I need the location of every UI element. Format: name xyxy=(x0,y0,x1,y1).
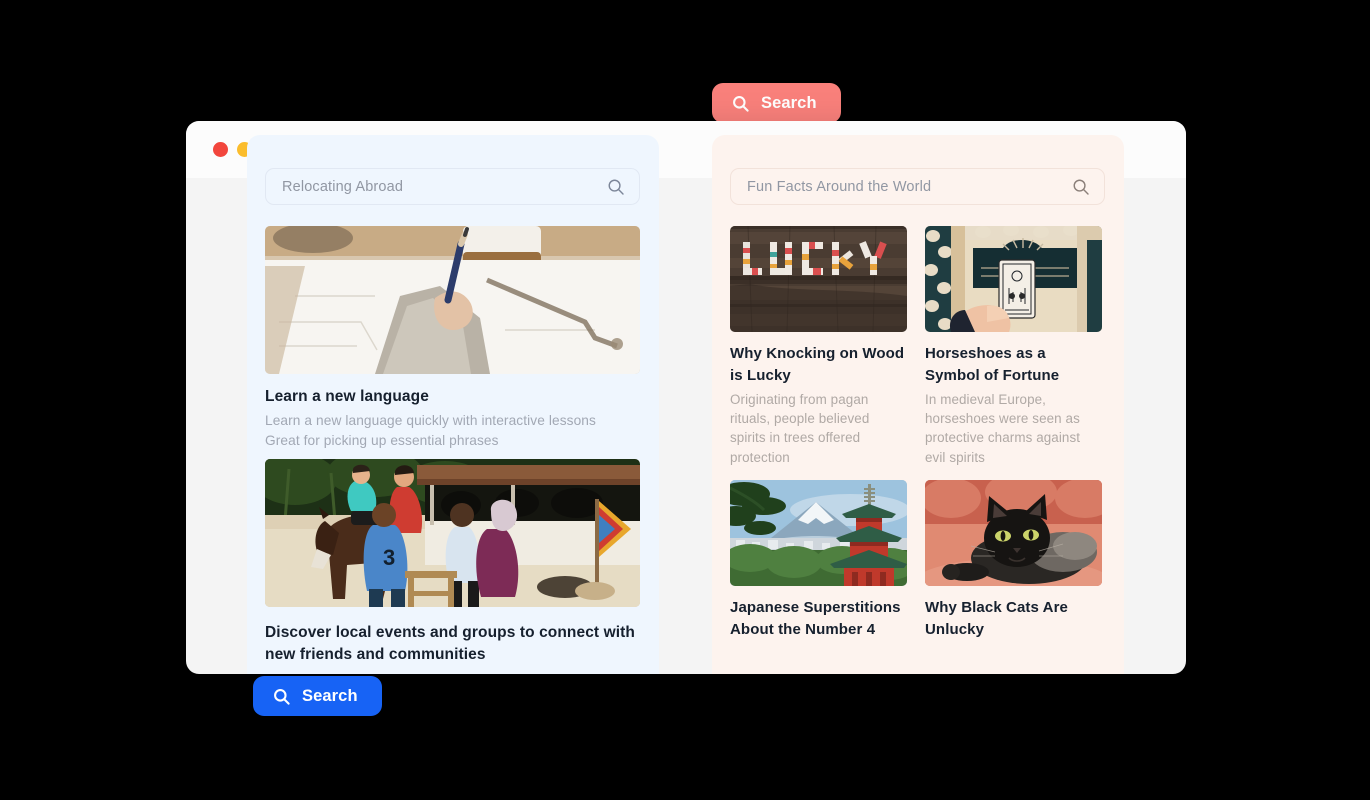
tarot-card-photo[interactable] xyxy=(925,226,1102,332)
list-item-title: Learn a new language xyxy=(265,387,640,407)
search-icon[interactable] xyxy=(606,177,626,197)
top-search-button-label: Search xyxy=(761,95,817,112)
horse-riding-photo[interactable]: 3 xyxy=(265,459,640,607)
browser-window: Relocating Abroad xyxy=(186,121,1186,674)
bottom-search-button-label: Search xyxy=(302,688,358,705)
screen: Search Relocating Abroad xyxy=(0,0,1370,800)
grid-item[interactable]: Horseshoes as a Symbol of Fortune In med… xyxy=(925,226,1102,467)
search-icon[interactable] xyxy=(1071,177,1091,197)
grid-item-title: Why Black Cats Are Unlucky xyxy=(925,597,1102,641)
list-item-description: Learn a new language quickly with intera… xyxy=(265,411,640,451)
lucky-sign-photo[interactable] xyxy=(730,226,907,332)
right-search-value: Fun Facts Around the World xyxy=(747,179,1071,195)
fun-facts-card: Fun Facts Around the World xyxy=(712,135,1124,674)
list-item[interactable]: 3 xyxy=(265,459,640,666)
grid-item[interactable]: Japanese Superstitions About the Number … xyxy=(730,480,907,644)
grid-item-title: Horseshoes as a Symbol of Fortune xyxy=(925,343,1102,387)
grid-item-title: Japanese Superstitions About the Number … xyxy=(730,597,907,641)
list-item[interactable]: Learn a new language Learn a new languag… xyxy=(265,226,640,451)
mount-fuji-pagoda-photo[interactable] xyxy=(730,480,907,586)
left-search-input[interactable]: Relocating Abroad xyxy=(265,168,640,205)
grid-item-description: Originating from pagan rituals, people b… xyxy=(730,390,907,468)
search-icon xyxy=(731,94,750,113)
close-window-button[interactable] xyxy=(213,142,228,157)
top-search-button[interactable]: Search xyxy=(712,83,841,123)
writing-photo[interactable] xyxy=(265,226,640,374)
description-line-2: Great for picking up essential phrases xyxy=(265,431,640,451)
list-item-caption: Discover local events and groups to conn… xyxy=(265,622,640,666)
right-search-input[interactable]: Fun Facts Around the World xyxy=(730,168,1105,205)
svg-text:3: 3 xyxy=(383,545,395,570)
description-line-1: Learn a new language quickly with intera… xyxy=(265,411,640,431)
grid-item[interactable]: Why Black Cats Are Unlucky xyxy=(925,480,1102,644)
grid-item-description: In medieval Europe, horseshoes were seen… xyxy=(925,390,1102,468)
grid-item[interactable]: Why Knocking on Wood is Lucky Originatin… xyxy=(730,226,907,467)
bottom-search-button[interactable]: Search xyxy=(253,676,382,716)
grid-item-title: Why Knocking on Wood is Lucky xyxy=(730,343,907,387)
black-cat-photo[interactable] xyxy=(925,480,1102,586)
fun-facts-grid: Why Knocking on Wood is Lucky Originatin… xyxy=(730,226,1107,644)
left-search-value: Relocating Abroad xyxy=(282,179,606,195)
relocating-abroad-card: Relocating Abroad xyxy=(247,135,659,674)
search-icon xyxy=(272,687,291,706)
